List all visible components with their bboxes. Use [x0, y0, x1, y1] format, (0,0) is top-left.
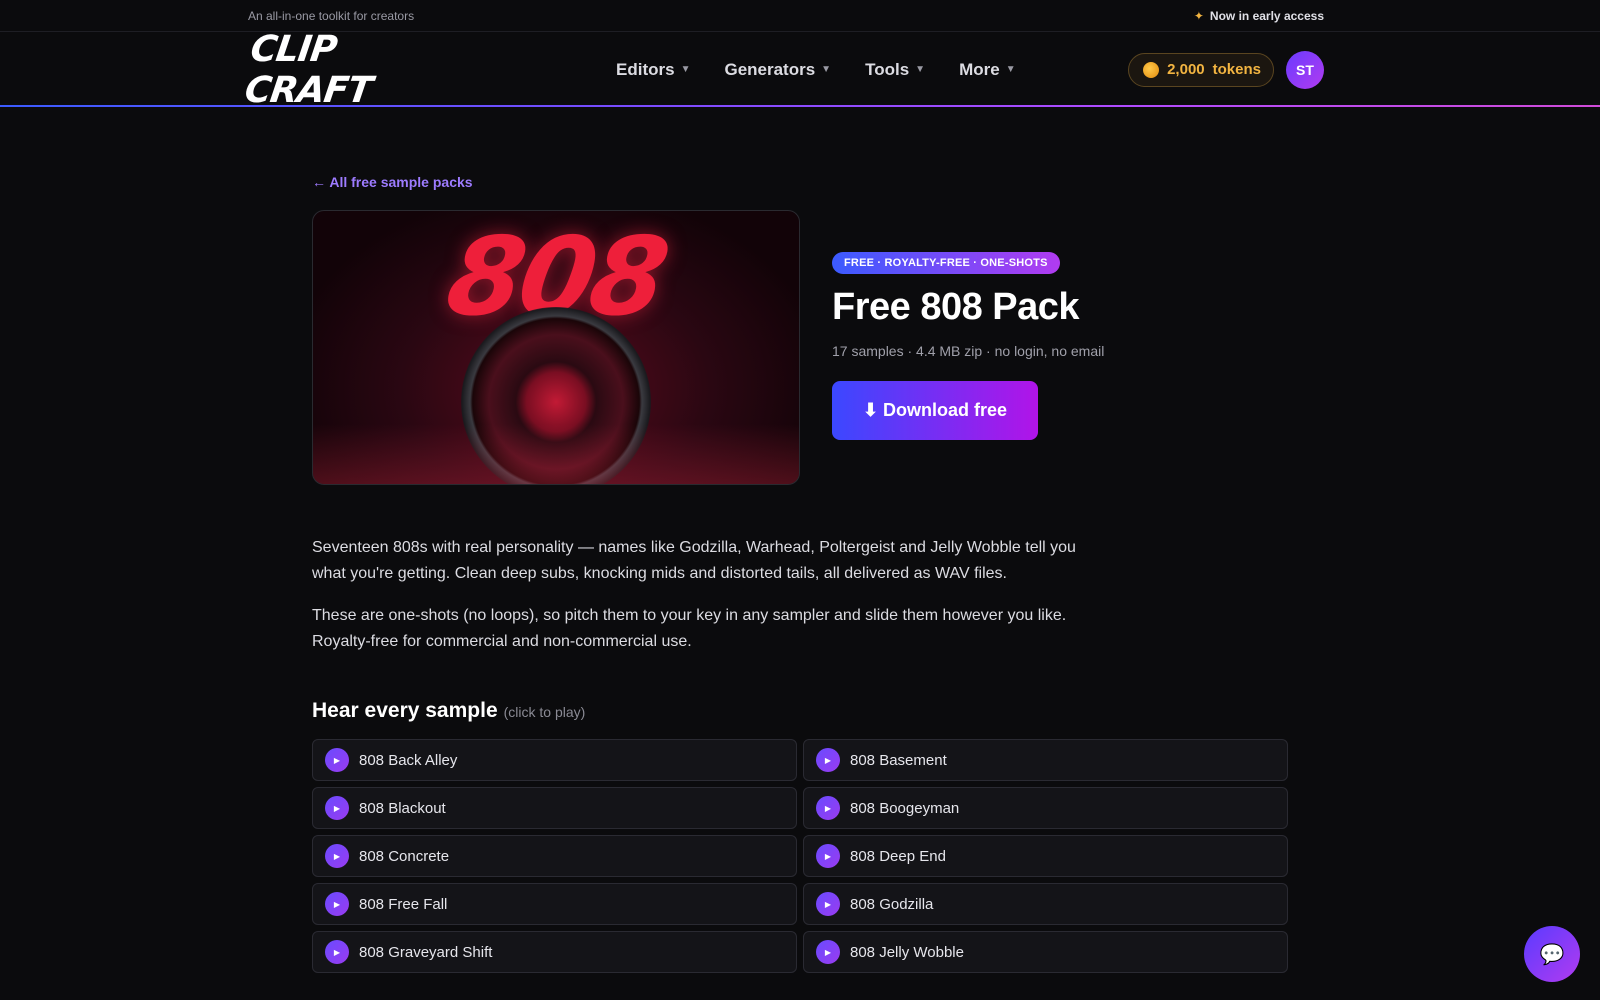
- sample-item[interactable]: ▶ 808 Deep End: [803, 835, 1288, 877]
- sample-item[interactable]: ▶ 808 Boogeyman: [803, 787, 1288, 829]
- announcement-bar: An all-in-one toolkit for creators ✦ Now…: [0, 0, 1600, 32]
- nav-editors[interactable]: Editors ▼: [616, 60, 690, 80]
- nav-menu: Editors ▼ Generators ▼ Tools ▼ More ▼: [616, 60, 1016, 80]
- nav-tools[interactable]: Tools ▼: [865, 60, 925, 80]
- play-icon[interactable]: ▶: [816, 844, 840, 868]
- sample-item[interactable]: ▶ 808 Jelly Wobble: [803, 931, 1288, 973]
- sparkle-icon: ✦: [1193, 8, 1204, 23]
- samples-grid: ▶ 808 Back Alley ▶ 808 Basement ▶ 808 Black…: [312, 739, 1292, 973]
- samples-heading: Hear every sample (click to play): [312, 699, 586, 722]
- license-badge: FREE · ROYALTY-FREE · ONE-SHOTS: [832, 252, 1060, 274]
- play-icon[interactable]: ▶: [325, 796, 349, 820]
- user-avatar[interactable]: ST: [1286, 50, 1324, 89]
- download-button[interactable]: ⬇ Download free: [832, 381, 1038, 440]
- pack-meta: 17 samples · 4.4 MB zip · no login, no e…: [832, 343, 1105, 359]
- chevron-down-icon: ▼: [821, 64, 832, 75]
- play-icon[interactable]: ▶: [816, 796, 840, 820]
- nav-more[interactable]: More ▼: [959, 60, 1016, 80]
- sample-item[interactable]: ▶ 808 Graveyard Shift: [312, 931, 797, 973]
- play-icon[interactable]: ▶: [816, 748, 840, 772]
- chat-button[interactable]: 💬: [1524, 926, 1580, 982]
- samples-hint: (click to play): [503, 704, 586, 720]
- play-icon[interactable]: ▶: [325, 892, 349, 916]
- chevron-down-icon: ▼: [680, 64, 691, 75]
- sample-item[interactable]: ▶ 808 Back Alley: [312, 739, 797, 781]
- play-icon[interactable]: ▶: [816, 892, 840, 916]
- tagline: An all-in-one toolkit for creators: [248, 8, 415, 23]
- token-balance[interactable]: 2,000 tokens: [1128, 52, 1274, 87]
- play-icon[interactable]: ▶: [325, 748, 349, 772]
- pack-info: FREE · ROYALTY-FREE · ONE-SHOTS Free 808…: [832, 210, 1104, 485]
- back-to-packs-link[interactable]: ← All free sample packs: [312, 174, 473, 190]
- chat-bubble-icon: 💬: [1539, 943, 1565, 966]
- main-content: ← All free sample packs 808 FREE · ROYAL…: [312, 107, 1292, 973]
- play-icon[interactable]: ▶: [325, 844, 349, 868]
- page-title: Free 808 Pack: [832, 286, 1080, 328]
- main-nav: CLIP CRAFT Editors ▼ Generators ▼ Tools ▼ M…: [0, 29, 1600, 111]
- sample-item[interactable]: ▶ 808 Free Fall: [312, 883, 797, 925]
- chevron-down-icon: ▼: [1005, 64, 1016, 75]
- pack-hero: 808 FREE · ROYALTY-FREE · ONE-SHOTS Free…: [312, 210, 1292, 485]
- early-access-label: ✦ Now in early access: [1193, 8, 1324, 23]
- play-icon[interactable]: ▶: [325, 940, 349, 964]
- description-paragraph: These are one-shots (no loops), so pitch…: [312, 607, 1067, 650]
- sample-item[interactable]: ▶ 808 Blackout: [312, 787, 797, 829]
- description-paragraph: Seventeen 808s with real personality — n…: [312, 539, 1076, 582]
- nav-right: 2,000 tokens ST: [1128, 50, 1324, 89]
- nav-generators[interactable]: Generators ▼: [724, 60, 831, 80]
- sample-item[interactable]: ▶ 808 Basement: [803, 739, 1288, 781]
- coin-icon: [1143, 61, 1160, 78]
- clipcraft-logo[interactable]: CLIP CRAFT: [242, 29, 454, 111]
- chevron-down-icon: ▼: [915, 64, 926, 75]
- pack-description: Seventeen 808s with real personality — n…: [312, 535, 1092, 655]
- sample-item[interactable]: ▶ 808 Godzilla: [803, 883, 1288, 925]
- play-icon[interactable]: ▶: [816, 940, 840, 964]
- cover-glow: [313, 424, 799, 484]
- sample-item[interactable]: ▶ 808 Concrete: [312, 835, 797, 877]
- pack-cover-image: 808: [312, 210, 800, 485]
